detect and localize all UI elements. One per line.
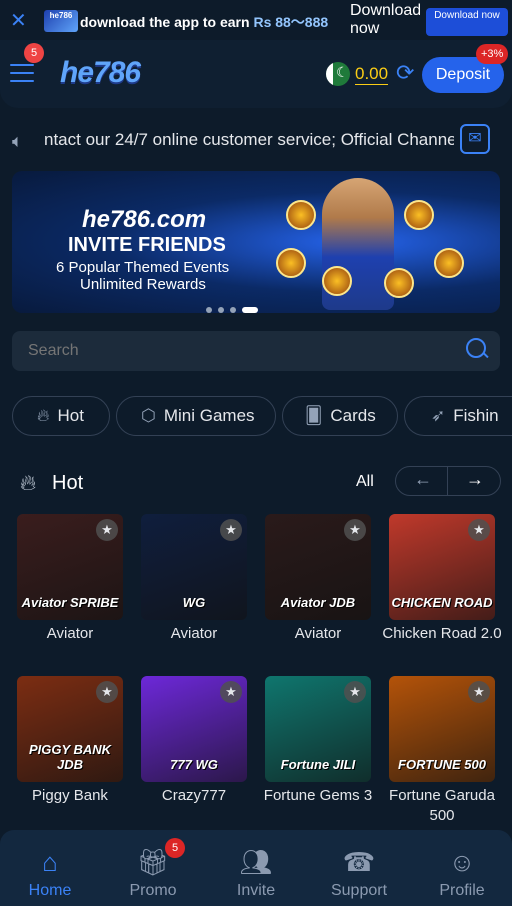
close-icon[interactable]: ✕: [10, 8, 27, 33]
favorite-star-icon[interactable]: ★: [344, 519, 366, 541]
invite-icon: 👥︎: [239, 847, 273, 877]
mail-icon[interactable]: ✉: [460, 124, 490, 154]
promo-headline: INVITE FRIENDS: [68, 234, 226, 256]
wallet-balance: 0.00: [355, 64, 389, 85]
promo-badge-icon: [384, 268, 414, 298]
refresh-icon[interactable]: ⟳: [396, 60, 414, 86]
favorite-star-icon[interactable]: ★: [96, 681, 118, 703]
category-hot[interactable]: 🔥︎ Hot: [12, 396, 110, 436]
category-cards[interactable]: 🂠 Cards: [282, 396, 398, 436]
promo-badge-icon: [322, 266, 352, 296]
favorite-star-icon[interactable]: ★: [468, 681, 490, 703]
prev-arrow-icon[interactable]: ←: [404, 469, 442, 490]
search-icon[interactable]: [466, 338, 486, 358]
site-logo[interactable]: he786: [60, 56, 141, 90]
game-name: Crazy777: [161, 787, 227, 804]
game-brand-art: WG: [182, 595, 206, 610]
favorite-star-icon[interactable]: ★: [220, 519, 242, 541]
banner-text-prefix: download the app to earn: [80, 14, 250, 30]
nav-home[interactable]: ⌂ Home: [0, 846, 100, 900]
next-arrow-icon[interactable]: →: [456, 469, 494, 490]
promo-badge-icon: [434, 248, 464, 278]
favorite-star-icon[interactable]: ★: [344, 681, 366, 703]
game-brand-art: Aviator SPRIBE: [21, 595, 119, 610]
flame-icon: 🔥︎: [37, 406, 50, 425]
see-all-link[interactable]: All: [356, 473, 374, 491]
promo-logo: he786.com: [82, 206, 207, 233]
cube-icon: ⬡: [141, 406, 156, 425]
nav-support[interactable]: ☎ Support: [309, 846, 409, 900]
promo-badge-icon: [286, 200, 316, 230]
game-name: Aviator: [170, 625, 218, 642]
game-name: Piggy Bank: [32, 787, 108, 804]
download-button[interactable]: Download now: [426, 8, 508, 36]
nav-invite[interactable]: 👥︎ Invite: [206, 846, 306, 900]
game-brand-art: CHICKEN ROAD: [391, 595, 493, 610]
promo-subline-2: Unlimited Rewards: [80, 276, 206, 293]
game-brand-art: Aviator JDB: [280, 595, 356, 610]
game-name: Fortune Gems 3: [263, 787, 373, 804]
promo-badge-icon: [276, 248, 306, 278]
game-name: Aviator: [294, 625, 342, 642]
mini-logo: he786: [44, 10, 78, 32]
fish-icon: ➶: [431, 406, 446, 425]
section-title: Hot: [52, 472, 84, 494]
notice-marquee: ntact our 24/7 online customer service; …: [44, 130, 454, 149]
game-brand-art: 777 WG: [170, 757, 218, 772]
game-brand-art: FORTUNE 500: [398, 757, 486, 772]
cards-icon: 🂠: [305, 406, 323, 425]
game-name: Aviator: [46, 625, 94, 642]
category-mini-games[interactable]: ⬡ Mini Games: [116, 396, 276, 436]
profile-icon: ☺: [448, 847, 476, 877]
home-icon: ⌂: [42, 847, 58, 877]
menu-icon[interactable]: [10, 64, 34, 82]
search-input[interactable]: [26, 341, 430, 361]
banner-promo-text: download the app to earn Rs 88～888: [80, 12, 328, 32]
game-brand-art: PIGGY BANK JDB: [28, 742, 112, 772]
banner-download-text: Download now: [350, 2, 420, 37]
favorite-star-icon[interactable]: ★: [96, 519, 118, 541]
favorite-star-icon[interactable]: ★: [220, 681, 242, 703]
promo-badge: 5: [165, 838, 185, 858]
banner-text-highlight: Rs 88～888: [253, 14, 329, 30]
favorite-star-icon[interactable]: ★: [468, 519, 490, 541]
headset-icon: ☎: [342, 847, 376, 877]
category-fishing[interactable]: ➶ Fishin: [404, 396, 512, 436]
speaker-icon: 🔈︎: [12, 131, 23, 151]
nav-profile[interactable]: ☺ Profile: [412, 846, 512, 900]
pager-divider: [447, 466, 448, 496]
game-name: Fortune Garuda 500: [389, 787, 495, 824]
flame-icon: 🔥︎: [20, 470, 37, 495]
carousel-dots: [206, 300, 264, 318]
promo-badge-icon: [404, 200, 434, 230]
deposit-bonus-badge: +3%: [476, 44, 509, 64]
game-brand-art: Fortune JILI: [280, 757, 356, 772]
promo-subline: 6 Popular Themed Events: [56, 259, 230, 276]
menu-badge: 5: [24, 43, 44, 63]
game-name: Chicken Road 2.0: [382, 625, 502, 642]
pakistan-flag-icon: [326, 62, 350, 86]
nav-promo[interactable]: 🎁︎ Promo: [103, 846, 203, 900]
gift-icon: 🎁︎: [136, 847, 170, 877]
